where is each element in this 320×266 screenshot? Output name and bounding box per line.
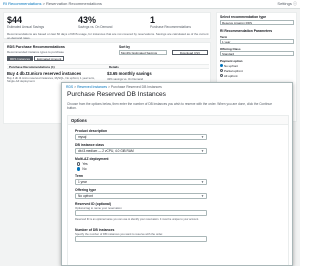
stat-label: Savings vs. On Demand: [78, 25, 113, 29]
breadcrumb: RI Recommendations > Reservation Recomme…: [3, 1, 102, 6]
chevron-down-icon: ▼: [201, 180, 204, 184]
select-value: 1 year: [78, 180, 87, 184]
top-bar: RI Recommendations > Reservation Recomme…: [0, 0, 300, 9]
radio-icon: [220, 74, 223, 78]
product-description-label: Product description: [75, 129, 108, 133]
select-value: db.t3.medium — 2 vCPU, 4.0 GiB RAM: [78, 149, 134, 153]
chevron-down-icon: ▼: [201, 149, 204, 153]
stats-description: Recommendations are based on last 60 day…: [7, 32, 209, 40]
toggle-rds-instances[interactable]: RDS Instances: [7, 56, 34, 61]
multi-az-yes-radio[interactable]: Yes: [77, 162, 88, 166]
settings-link[interactable]: Settings: [277, 1, 291, 6]
stat-label: Purchase Recommendations: [150, 25, 191, 29]
term-label: Term: [75, 174, 84, 178]
breadcrumb-link-reserved-instances[interactable]: Reserved Instances: [77, 85, 107, 89]
breadcrumb-link-rds[interactable]: RDS: [66, 85, 73, 89]
column-header: Purchase Recommendations (1): [9, 65, 55, 69]
recommendations-subtitle: Recommended instance types to purchase: [7, 50, 64, 54]
sort-select[interactable]: Monthly Estimated Savings: [119, 50, 167, 55]
recommendation-type-select[interactable]: Reserve Amazon RDS: [220, 20, 294, 25]
select-value: No upfront: [78, 194, 93, 198]
chevron-down-icon: ▼: [201, 194, 204, 198]
radio-icon: [77, 162, 81, 166]
stat-value: $44: [7, 15, 23, 25]
toggle-estimated-amount[interactable]: Estimated Amount: [34, 56, 65, 61]
payment-option-text: No upfront: [224, 64, 239, 68]
breadcrumb-link[interactable]: RI Recommendations: [3, 1, 41, 6]
radio-label: No: [82, 167, 87, 171]
offering-type-label: Offering type: [75, 188, 97, 192]
modal-breadcrumb: RDS > Reserved Instances > Purchase Rese…: [66, 85, 162, 89]
help-icon[interactable]: ⓘ: [293, 1, 297, 6]
multi-az-label: Multi-AZ deployment: [75, 157, 109, 161]
offering-class-select[interactable]: Standard: [220, 51, 294, 56]
recommendation-item-savings-detail: 43% savings vs. On Demand: [107, 77, 144, 81]
term-select[interactable]: 1 year ▼: [75, 179, 207, 185]
payment-option-all-upfront[interactable]: All upfront: [220, 74, 238, 78]
reserved-id-input[interactable]: [75, 210, 207, 216]
radio-selected-icon: [220, 64, 223, 68]
db-instance-class-select[interactable]: db.t3.medium — 2 vCPU, 4.0 GiB RAM ▼: [75, 148, 207, 154]
payment-option-label: Payment option: [220, 59, 243, 63]
page-title: Purchase Reserved DB Instances: [67, 91, 166, 98]
breadcrumb-current: Purchase Reserved DB Instances: [110, 85, 162, 89]
top-bar-right: Settings ⓘ: [277, 1, 297, 7]
stat-label: Estimated Annual Savings: [7, 25, 45, 29]
payment-option-no-upfront[interactable]: No upfront: [220, 64, 238, 68]
stat-value: 1: [150, 15, 156, 25]
radio-icon: [220, 69, 223, 73]
breadcrumb-current: Reservation Recommendations: [46, 1, 102, 6]
payment-option-partial-upfront[interactable]: Partial upfront: [220, 69, 243, 73]
multi-az-no-radio[interactable]: No: [77, 167, 86, 171]
payment-option-text: All upfront: [224, 74, 238, 78]
stat-purchase-recommendations: 1 Purchase Recommendations: [150, 15, 191, 29]
stat-value: 43%: [78, 15, 97, 25]
screenshot-frame: RI Recommendations > Reservation Recomme…: [0, 0, 300, 266]
radio-label: Yes: [82, 162, 88, 166]
number-of-instances-input[interactable]: [75, 236, 207, 242]
parameters-heading: RI Recommendation Parameters: [220, 29, 273, 33]
term-select[interactable]: 1 year: [220, 39, 294, 44]
recommendations-title: RDS Purchase Recommendations: [7, 45, 65, 49]
product-description-select[interactable]: mysql ▼: [75, 134, 207, 140]
stat-savings-vs-ondemand: 43% Savings vs. On Demand: [78, 15, 112, 29]
offering-type-select[interactable]: No upfront ▼: [75, 193, 207, 199]
recommendation-type-heading: Select recommendation type: [220, 15, 267, 19]
chevron-down-icon: ▼: [201, 135, 204, 139]
recommendation-item-savings: $3.65 monthly savings: [107, 71, 152, 76]
purchase-reserved-db-instances-window: RDS > Reserved Instances > Purchase Rese…: [61, 82, 293, 266]
select-value: mysql: [78, 135, 87, 139]
reserved-id-description: Reserved ID is an optional name you can …: [75, 218, 199, 221]
db-instance-class-label: DB instance class: [75, 143, 105, 147]
download-csv-button[interactable]: Download CSV: [172, 50, 208, 55]
intro-text: Choose from the options below, then ente…: [67, 102, 272, 110]
recommendations-table-header: Purchase Recommendations (1) Details: [7, 64, 209, 69]
options-heading: Options: [68, 116, 288, 125]
sort-label: Sort by: [119, 45, 130, 49]
radio-selected-icon: [77, 167, 81, 171]
stat-annual-savings: $44 Estimated Annual Savings: [7, 15, 44, 29]
column-header: Details: [109, 65, 119, 69]
options-panel: Options Product description mysql ▼ DB i…: [67, 115, 289, 265]
payment-option-text: Partial upfront: [224, 69, 243, 73]
summary-stats: $44 Estimated Annual Savings 43% Savings…: [3, 12, 211, 39]
